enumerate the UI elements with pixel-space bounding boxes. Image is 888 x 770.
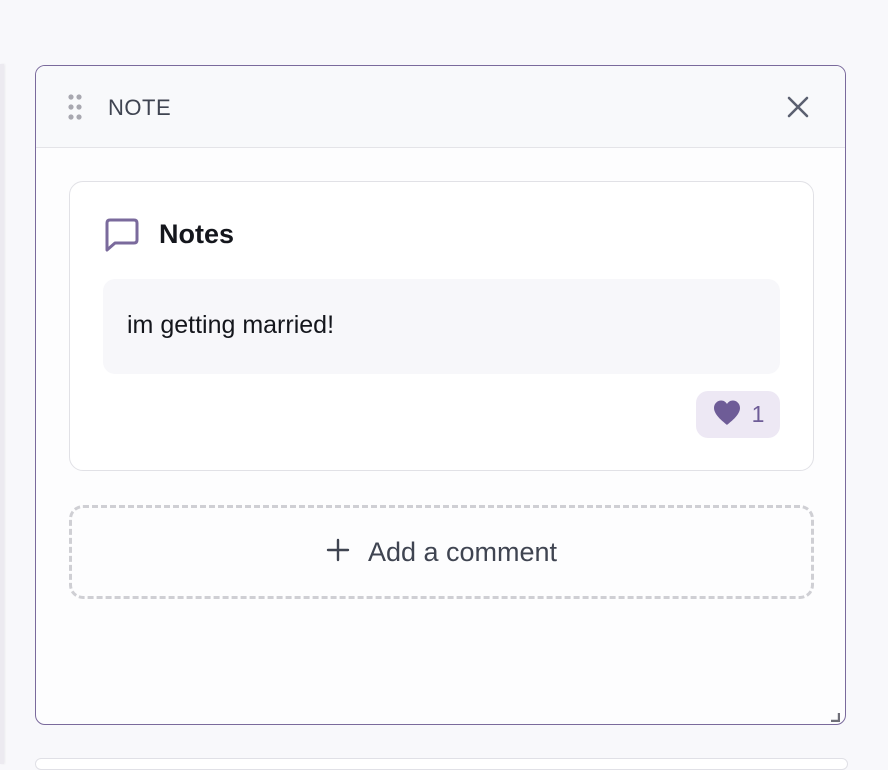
note-heading: Notes <box>159 219 235 249</box>
chat-bubble-icon <box>103 217 141 253</box>
heart-icon <box>712 399 742 431</box>
add-comment-button[interactable]: Add a comment <box>69 505 814 599</box>
heart-reaction-button[interactable]: 1 <box>696 391 780 438</box>
drag-handle-icon[interactable] <box>68 94 82 120</box>
note-body-text: im getting married! <box>103 279 780 374</box>
next-panel-edge <box>35 758 848 770</box>
background-panel-edge <box>0 64 4 764</box>
panel-title: NOTE <box>108 95 172 120</box>
resize-grip-icon[interactable] <box>830 709 841 723</box>
plus-icon <box>326 538 350 567</box>
panel-header: NOTE <box>36 66 845 148</box>
reaction-count: 1 <box>751 401 765 427</box>
close-icon[interactable] <box>785 94 811 120</box>
note-panel: NOTE Notes im getting married! 1 Add a c… <box>35 65 846 725</box>
add-comment-label: Add a comment <box>367 536 558 567</box>
note-card: Notes im getting married! 1 <box>69 181 814 471</box>
